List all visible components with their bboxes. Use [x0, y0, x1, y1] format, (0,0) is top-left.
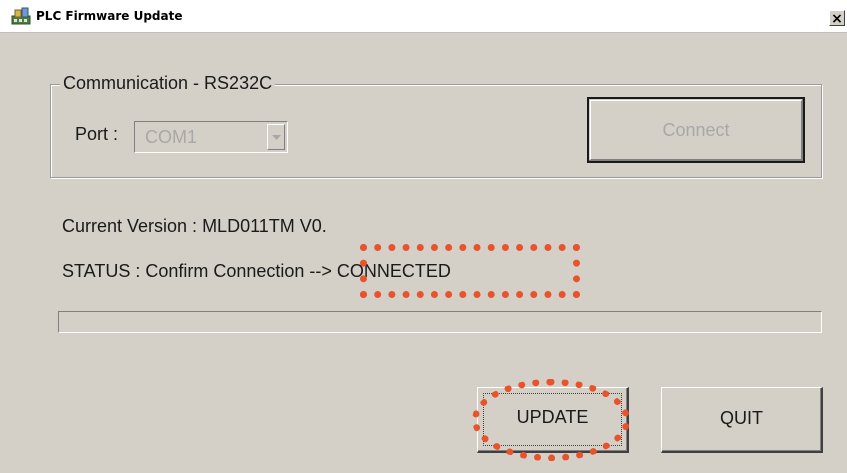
title-bar[interactable]: PLC Firmware Update × [0, 0, 847, 33]
focus-rectangle [483, 393, 622, 446]
port-select-value: COM1 [145, 127, 198, 147]
window-title: PLC Firmware Update [36, 9, 183, 23]
port-select[interactable]: COM1 [134, 121, 288, 153]
plc-firmware-update-window: PLC Firmware Update × Communication - RS… [0, 0, 847, 473]
update-button[interactable]: UPDATE [477, 387, 629, 453]
close-button[interactable]: × [829, 10, 845, 27]
quit-button-label: QUIT [720, 408, 763, 428]
communication-group-label: Communication - RS232C [60, 73, 276, 94]
port-dropdown-button[interactable] [267, 124, 285, 150]
update-progress-bar [58, 311, 822, 333]
current-version-text: Current Version : MLD011TM V0. [62, 216, 327, 236]
port-label: Port : [75, 124, 119, 144]
chevron-down-icon [272, 135, 281, 140]
connect-button-bevel [590, 100, 802, 160]
status-text: STATUS : Confirm Connection --> CONNECTE… [62, 261, 451, 281]
close-icon: × [831, 11, 843, 27]
connect-button[interactable]: Connect [587, 97, 805, 163]
plc-app-icon [11, 7, 31, 25]
quit-button[interactable]: QUIT [661, 387, 823, 453]
